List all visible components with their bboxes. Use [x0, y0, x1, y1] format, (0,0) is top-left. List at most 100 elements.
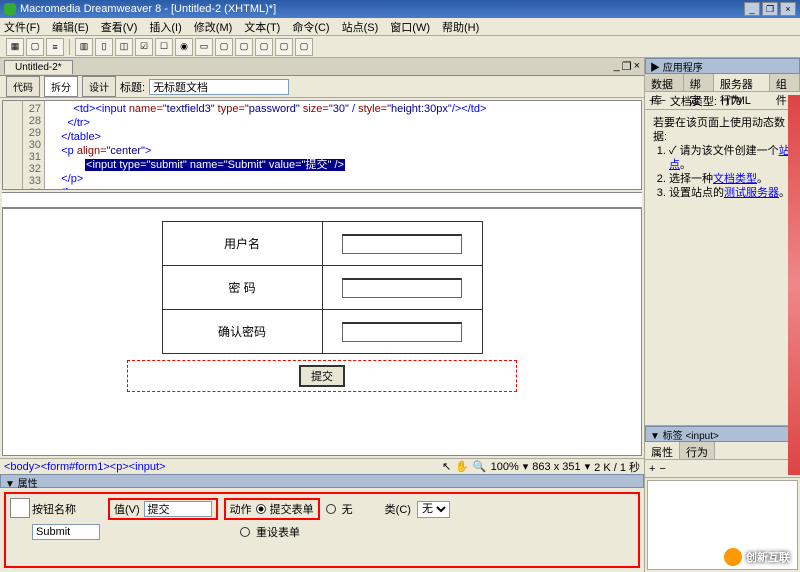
prop-header[interactable]: ▼ 属性 [0, 474, 644, 488]
btn-name-input[interactable] [32, 524, 100, 540]
tool-icon[interactable]: ▥ [75, 38, 93, 56]
kb-value: 2 K / 1 秒 [594, 459, 640, 475]
minus-icon[interactable]: − [659, 95, 665, 107]
submit-button[interactable]: 提交 [299, 365, 345, 387]
tab-bind[interactable]: 绑定 [684, 74, 714, 91]
pwd-field[interactable] [342, 278, 462, 298]
close-icon[interactable]: × [780, 2, 796, 16]
app-panel-header[interactable]: ▶ 应用程序 [645, 58, 800, 74]
action-label: 动作 [230, 501, 252, 517]
tool-icon[interactable]: ▯ [95, 38, 113, 56]
view-code-button[interactable]: 代码 [6, 76, 40, 97]
doc-close-icon[interactable]: × [634, 60, 640, 73]
doc-tab[interactable]: Untitled-2* [4, 60, 73, 74]
app-panel-tabs: 数据库 绑定 服务器行为 组件 [645, 74, 800, 92]
tool-icon[interactable]: ▢ [255, 38, 273, 56]
tool-icon[interactable]: ▦ [6, 38, 24, 56]
view-split-button[interactable]: 拆分 [44, 76, 78, 97]
radio-reset[interactable] [240, 527, 250, 537]
tool-icon[interactable]: ▢ [26, 38, 44, 56]
hand-icon[interactable]: ✋ [455, 460, 469, 473]
label-cell: 密 码 [162, 266, 322, 310]
insert-toolbar: ▦ ▢ ≡ ▥ ▯ ◫ ☑ ☐ ◉ ▭ ▢ ▢ ▢ ▢ ▢ [0, 36, 800, 58]
radio-reset-label: 重设表单 [256, 524, 300, 540]
zoom-icon[interactable]: 🔍 [473, 460, 487, 473]
app-icon [4, 3, 16, 15]
pointer-icon[interactable]: ↖ [442, 460, 451, 473]
class-label: 类(C) [385, 501, 411, 517]
tag-panel-header[interactable]: ▼ 标签 <input> [645, 426, 800, 442]
radio-none-label: 无 [342, 501, 353, 517]
tab-server[interactable]: 服务器行为 [714, 74, 770, 91]
app-panel-toolbar: + − 文档类型: HTML [645, 92, 800, 110]
link-testserver[interactable]: 测试服务器 [724, 187, 779, 199]
class-select[interactable]: 无 [417, 501, 450, 518]
tool-icon[interactable]: ▭ [195, 38, 213, 56]
doctype-value: HTML [721, 95, 751, 107]
doc-tabs: Untitled-2* _ ❐ × [0, 58, 644, 76]
button-chip-icon [10, 498, 30, 518]
property-inspector: 按钮名称 值(V) 动作 提交表单 无 类(C) 无 [4, 492, 640, 568]
design-view[interactable]: 用户名 密 码 确认密码 提交 [2, 208, 642, 456]
minus-icon[interactable]: − [659, 463, 665, 475]
doc-toolbar: 代码 拆分 设计 标题: [0, 76, 644, 98]
tag-selector[interactable]: <body><form#form1><p><input> [4, 461, 442, 473]
submit-row: 提交 [127, 360, 517, 392]
tool-icon[interactable]: ☑ [135, 38, 153, 56]
menu-modify[interactable]: 修改(M) [194, 19, 233, 35]
menu-window[interactable]: 窗口(W) [390, 19, 430, 35]
window-buttons: _ ❐ × [744, 2, 796, 16]
tab-comp[interactable]: 组件 [770, 74, 800, 91]
plus-icon[interactable]: + [649, 463, 655, 475]
zoom-value[interactable]: 100% [491, 461, 519, 473]
menu-insert[interactable]: 插入(I) [149, 19, 181, 35]
plus-icon[interactable]: + [649, 95, 655, 107]
link-doctype[interactable]: 文档类型 [713, 173, 757, 185]
tool-icon[interactable]: ▢ [215, 38, 233, 56]
menu-command[interactable]: 命令(C) [292, 19, 329, 35]
doc-min-icon[interactable]: _ [614, 60, 620, 73]
tool-icon[interactable]: ▢ [295, 38, 313, 56]
side-panels: ▶ 应用程序 数据库 绑定 服务器行为 组件 + − 文档类型: HTML 若要… [644, 58, 800, 572]
label-cell: 用户名 [162, 222, 322, 266]
menu-view[interactable]: 查看(V) [101, 19, 138, 35]
menu-bar: 文件(F) 编辑(E) 查看(V) 插入(I) 修改(M) 文本(T) 命令(C… [0, 18, 800, 36]
menu-help[interactable]: 帮助(H) [442, 19, 479, 35]
code-view[interactable]: 272829303132333435 <td><input name="text… [2, 100, 642, 190]
user-field[interactable] [342, 234, 462, 254]
tool-icon[interactable]: ☐ [155, 38, 173, 56]
tool-icon[interactable]: ◉ [175, 38, 193, 56]
view-design-button[interactable]: 设计 [82, 76, 116, 97]
dim-value: 863 x 351 [532, 461, 580, 473]
radio-none[interactable] [326, 504, 336, 514]
menu-file[interactable]: 文件(F) [4, 19, 40, 35]
menu-site[interactable]: 站点(S) [342, 19, 379, 35]
tool-icon[interactable]: ▢ [275, 38, 293, 56]
tool-icon[interactable]: ≡ [46, 38, 64, 56]
minimize-icon[interactable]: _ [744, 2, 760, 16]
value-input[interactable] [144, 501, 212, 517]
title-input[interactable] [149, 79, 289, 95]
tab-db[interactable]: 数据库 [645, 74, 684, 91]
right-ad-strip [788, 95, 800, 475]
btn-name-label: 按钮名称 [32, 501, 76, 517]
logo-icon [724, 548, 742, 566]
radio-submit[interactable] [256, 504, 266, 514]
restore-icon[interactable]: ❐ [762, 2, 778, 16]
help-text: 若要在该页面上使用动态数据: ✓ 请为该文件创建一个站点。 选择一种文档类型。 … [645, 110, 800, 206]
value-label: 值(V) [114, 501, 140, 517]
confirm-field[interactable] [342, 322, 462, 342]
menu-edit[interactable]: 编辑(E) [52, 19, 89, 35]
tab-attr[interactable]: 属性 [645, 442, 680, 459]
doc-max-icon[interactable]: ❐ [622, 60, 632, 73]
radio-submit-label: 提交表单 [270, 501, 314, 517]
tool-icon[interactable]: ▢ [235, 38, 253, 56]
tab-behavior[interactable]: 行为 [680, 442, 715, 459]
code-text[interactable]: <td><input name="textfield3" type="passw… [45, 101, 641, 189]
menu-text[interactable]: 文本(T) [244, 19, 280, 35]
label-cell: 确认密码 [162, 310, 322, 354]
tool-icon[interactable]: ◫ [115, 38, 133, 56]
app-title: Macromedia Dreamweaver 8 - [Untitled-2 (… [20, 3, 276, 15]
status-bar: <body><form#form1><p><input> ↖ ✋ 🔍 100% … [0, 458, 644, 474]
doctype-label: 文档类型: [670, 93, 717, 109]
